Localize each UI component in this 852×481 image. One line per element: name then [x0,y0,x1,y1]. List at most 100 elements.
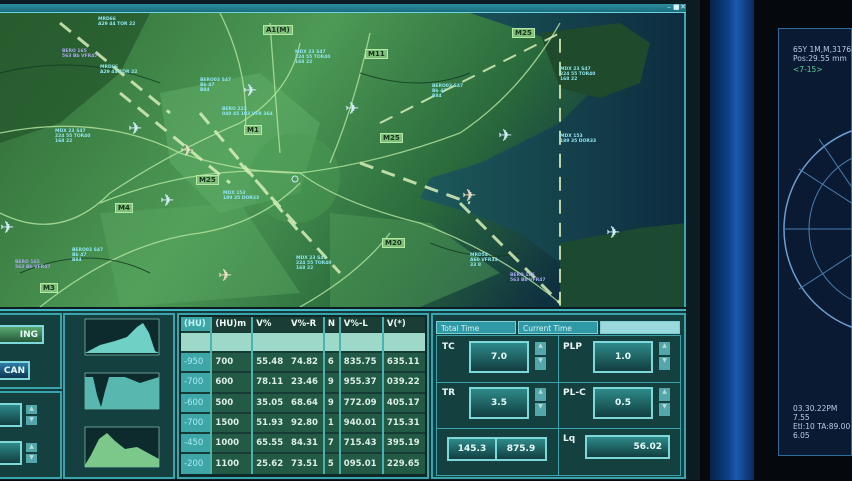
maximize-icon[interactable]: ■ [673,4,680,11]
flight-tag: MDX 23 S47 224 55 TOR40 168 22 [560,67,596,82]
flight-tag: BERO 223 040 45 103 VFR 364 [222,107,273,117]
table-cell: 955.37 [338,371,383,393]
up-arrow-icon[interactable]: ▲ [535,342,546,355]
flight-tag: MRD66 A29 44 TOR 22 [98,17,136,27]
airplane-icon[interactable]: ✈ [128,121,142,138]
col-header[interactable]: V% [251,317,289,332]
table-cell: 039.22 [381,371,425,393]
close-icon[interactable]: ✕ [680,4,686,11]
down-arrow-icon[interactable]: ▼ [26,416,37,425]
range-readout: <7-15> [793,65,823,74]
airplane-icon[interactable]: ✈ [180,143,194,160]
table-cell: 1000 [210,432,253,454]
flight-tag: BERO 165 563 Bb VFR47 [510,273,546,283]
value-box[interactable] [0,441,22,465]
lq-value[interactable]: 56.02 [585,435,670,459]
down-arrow-icon[interactable]: ▼ [659,357,670,370]
tab-current-time[interactable]: Current Time [518,321,598,334]
time-readout: 03.30.22PM [793,404,838,413]
flight-tag: BERO03 S47 Bb 47 B84 [200,78,232,93]
table-cell: 7 [322,432,340,454]
airplane-icon[interactable]: ✈ [243,83,257,100]
scan-button[interactable]: CAN [0,361,30,380]
tc-value[interactable]: 7.0 [469,341,529,373]
plp-label: PLP [563,342,582,352]
table-cell: 6 [322,350,340,373]
col-header[interactable]: V(*) [381,317,425,332]
table-cell: -700 [181,411,212,434]
up-arrow-icon[interactable]: ▲ [26,443,37,452]
flight-tag: BERO03 S47 Bb 47 B84 [432,84,464,99]
flight-tag: MDX 23 S47 224 55 TOR40 168 22 [295,50,331,65]
airplane-icon[interactable]: ✈ [462,188,476,205]
road-label: M1 [244,125,262,135]
flight-tag: MDX 23 S47 224 55 TOR40 168 22 [296,256,332,271]
flight-tag: MDX 153 189 35 DOR33 [560,134,597,144]
plp-value[interactable]: 1.0 [593,341,653,373]
col-header[interactable]: V%-L [338,317,383,332]
table-cell: 65.55 [251,432,289,454]
table-cell: -600 [181,391,212,413]
col-header[interactable]: (HU) [181,317,212,332]
value-left[interactable]: 145.3 [447,437,497,461]
flight-tag: MDX 23 S47 224 55 TOR40 168 22 [55,129,91,144]
table-row[interactable]: -700 600 78.11 23.46 9 955.37 039.22 [181,371,425,393]
table-row[interactable]: -200 1100 25.62 73.51 5 095.01 229.65 [181,452,425,474]
up-arrow-icon[interactable]: ▲ [535,388,546,401]
airplane-icon[interactable]: ✈ [606,225,620,242]
airplane-icon[interactable]: ✈ [218,268,232,285]
airplane-icon[interactable]: ✈ [160,193,174,210]
down-arrow-icon[interactable]: ▼ [535,357,546,370]
road-label: M25 [196,175,219,185]
value-box[interactable] [0,403,22,427]
down-arrow-icon[interactable]: ▼ [659,403,670,416]
table-cell: 1100 [210,452,253,474]
minimize-icon[interactable]: – [666,4,672,11]
table-cell: 715.31 [381,411,425,434]
table-row[interactable]: -600 500 35.05 68.64 9 772.09 405.17 [181,391,425,413]
down-arrow-icon[interactable]: ▼ [26,454,37,463]
mode-panel: ING CAN [0,313,62,389]
tr-value[interactable]: 3.5 [469,387,529,419]
table-cell: 405.17 [381,391,425,413]
road-label: M25 [512,28,535,38]
up-arrow-icon[interactable]: ▲ [26,405,37,414]
table-row[interactable]: -950 700 55.48 74.82 6 835.75 635.11 [181,350,425,373]
up-arrow-icon[interactable]: ▲ [659,388,670,401]
flight-tag: BERO 165 563 Bb VFR47 [15,260,51,270]
flight-tag: BERO03 S47 Bb 47 B84 [72,248,104,263]
radar-map[interactable]: A1(M) M1 M11 M25 M25 M25 M4 M3 M20 ✈ ✈ ✈… [0,13,686,307]
down-arrow-icon[interactable]: ▼ [535,403,546,416]
up-arrow-icon[interactable]: ▲ [659,342,670,355]
table-row[interactable]: -450 1000 65.55 84.31 7 715.43 395.19 [181,432,425,454]
table-cell: 635.11 [381,350,425,373]
table-cell: 229.65 [381,452,425,474]
table-row-selected[interactable] [181,331,425,352]
table-row[interactable]: -700 1500 51.93 92.80 1 940.01 715.31 [181,411,425,434]
window-titlebar: – ■ ✕ [0,4,686,13]
airplane-icon[interactable]: ✈ [345,101,359,118]
flight-tag: BERO 165 563 Bb VFR47 [62,49,98,59]
protractor-graphic [783,129,852,329]
mini-charts [84,318,160,468]
table-cell: 600 [210,371,253,393]
road-label: A1(M) [263,25,293,35]
plc-value[interactable]: 0.5 [593,387,653,419]
col-header[interactable]: V%-R [288,317,324,332]
table-cell: 9 [322,391,340,413]
col-header[interactable]: (HU)m [210,317,253,332]
table-cell: 835.75 [338,350,383,373]
table-cell: 73.51 [288,452,324,474]
road-label: M25 [380,133,403,143]
airplane-icon[interactable]: ✈ [498,128,512,145]
tr-label: TR [442,388,456,398]
lq-label: Lq [563,434,576,444]
col-header[interactable]: N [322,317,340,332]
tab-third[interactable] [600,321,680,334]
airplane-icon[interactable]: ✈ [0,220,14,237]
table-cell: 940.01 [338,411,383,434]
controls-grid: TC 7.0 ▲ ▼ PLP 1.0 ▲ ▼ TR 3.5 ▲ ▼ PL-C 0… [436,335,681,476]
tab-total-time[interactable]: Total Time [436,321,516,334]
mode-button[interactable]: ING [0,325,44,344]
value-right[interactable]: 875.9 [495,437,547,461]
